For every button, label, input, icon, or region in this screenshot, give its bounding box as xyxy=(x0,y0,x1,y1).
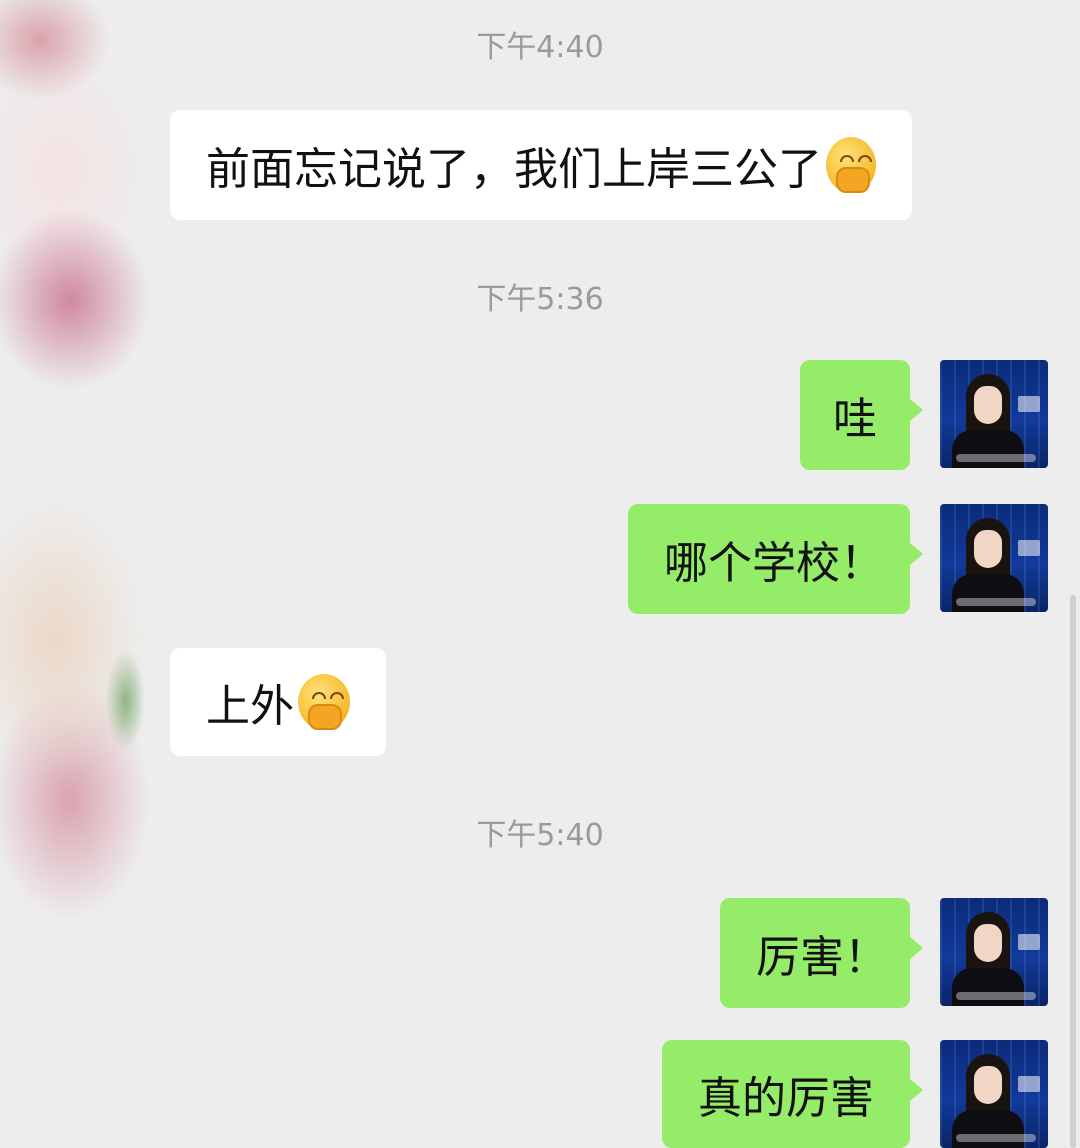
hand-over-mouth-emoji-icon xyxy=(298,674,350,730)
message-bubble-outgoing[interactable]: 真的厉害 xyxy=(662,1040,923,1148)
message-bubble-incoming[interactable]: 前面忘记说了，我们上岸三公了 xyxy=(170,110,912,220)
my-avatar[interactable] xyxy=(940,360,1048,468)
message-text: 真的厉害 xyxy=(698,1073,874,1124)
message-text: 哇 xyxy=(833,394,877,445)
my-avatar[interactable] xyxy=(940,898,1048,1006)
message-text: 厉害！ xyxy=(756,932,888,983)
hand-over-mouth-emoji-icon xyxy=(826,137,876,193)
message-bubble-incoming[interactable]: 上外 xyxy=(170,648,386,756)
contact-avatar-blurred xyxy=(0,0,150,1148)
message-text: 上外 xyxy=(206,681,294,732)
timestamp: 下午5:36 xyxy=(476,282,604,317)
message-text: 哪个学校！ xyxy=(664,538,884,589)
my-avatar[interactable] xyxy=(940,1040,1048,1148)
timestamp: 下午5:40 xyxy=(476,818,604,853)
message-bubble-outgoing[interactable]: 哇 xyxy=(800,360,923,470)
message-bubble-outgoing[interactable]: 厉害！ xyxy=(720,898,923,1008)
timestamp: 下午4:40 xyxy=(476,30,604,65)
message-text: 前面忘记说了，我们上岸三公了 xyxy=(206,144,822,195)
scrollbar[interactable] xyxy=(1070,595,1076,1148)
my-avatar[interactable] xyxy=(940,504,1048,612)
message-bubble-outgoing[interactable]: 哪个学校！ xyxy=(628,504,923,614)
